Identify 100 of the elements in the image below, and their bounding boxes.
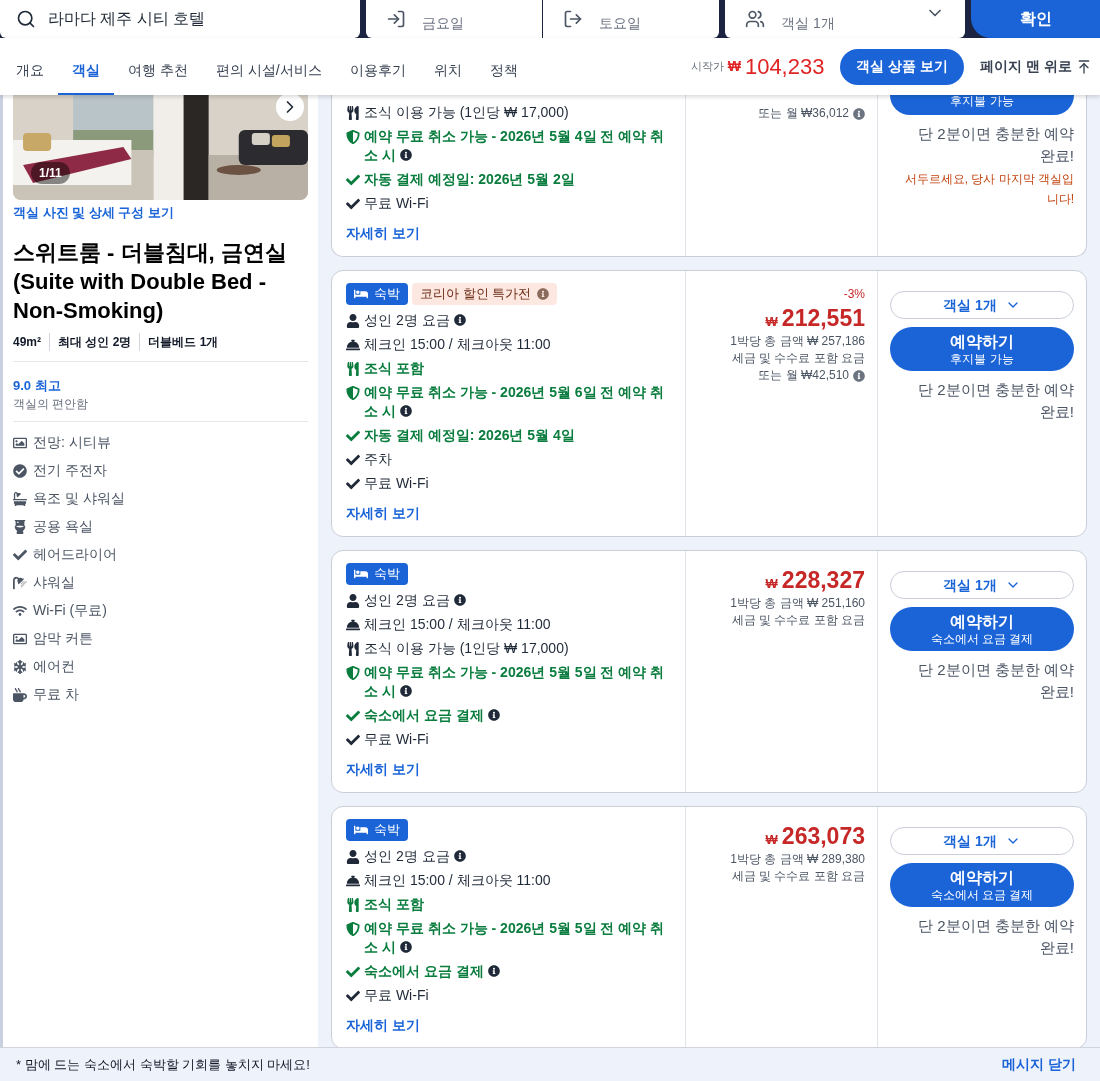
discount-text: -3% [843,286,865,303]
nav-tab[interactable]: 편의 시설/서비스 [201,38,336,95]
view-rooms-button[interactable]: 객실 상품 보기 [840,48,965,85]
feature-text: 자동 결제 예정일: 2026년 5월 2일 [364,170,575,189]
room-photos-link[interactable]: 객실 사진 및 상세 구성 보기 [13,203,308,223]
feature-text: 체크인 15:00 / 체크아웃 11:00 [364,335,551,354]
room-title: 스위트룸 - 더블침대, 금연실 (Suite with Double Bed - Non-Smoking) [13,238,288,325]
shield-icon [346,666,360,680]
bell-icon [346,618,360,632]
bathtub-icon [13,491,27,506]
check-icon [346,989,360,1003]
check-out-field[interactable]: 토요일 [543,0,719,38]
info-icon [537,288,550,300]
price-detail: 세금 및 수수료 포함 요금 [731,350,865,367]
price-detail: 세금 및 수수료 포함 요금 [731,868,865,885]
confirm-button[interactable]: 확인 [971,0,1100,38]
price-detail: 1박당 총 금액 ₩ 251,160 [730,595,865,612]
check-icon [346,477,360,491]
person-icon [346,594,360,608]
mug-icon [13,687,27,702]
booking-note: 단 2분이면 충분한 예약 완료! [917,916,1074,958]
book-button[interactable]: 예약하기 후지불 가능 [890,327,1074,371]
info-icon [399,685,412,698]
amenity-text: 전망: 시티뷰 [33,433,111,452]
info-icon [453,314,466,327]
shield-icon [346,922,360,936]
check-in-field[interactable]: 금요일 [366,0,542,38]
bed-icon [354,287,368,301]
price-detail: 1박당 총 금액 ₩ 289,380 [730,851,865,868]
booking-note: 단 2분이면 충분한 예약 완료! [917,660,1074,702]
price-text: 263,073 [781,822,865,851]
feature-text: 조식 이용 가능 (1인당 ₩ 17,000) [364,639,569,658]
price-detail: 세금 및 수수료 포함 요금 [731,612,865,629]
details-link[interactable]: 자세히 보기 [346,223,671,244]
bell-icon [346,874,360,888]
booking-note: 단 2분이면 충분한 예약 완료! [917,124,1074,166]
amenity-text: 샤워실 [33,573,75,592]
details-link[interactable]: 자세히 보기 [346,503,671,524]
nav-tab[interactable]: 위치 [419,38,476,95]
check-icon [13,547,27,562]
nav-tab[interactable]: 이용후기 [335,38,420,95]
room-type-badge: 숙박 [346,563,408,585]
message-text: * 맘에 드는 숙소에서 숙박할 기회를 놓치지 마세요! [16,1055,310,1074]
fork-knife-icon [346,106,360,120]
urgency-note: 서두르세요, 당사 마지막 객실입니다! [903,171,1074,208]
details-link[interactable]: 자세히 보기 [346,759,671,780]
calendar-out-icon [563,9,583,29]
book-button[interactable]: 예약하기 숙소에서 요금 결제 [890,863,1074,907]
photo-counter: 1/11 [31,162,70,184]
feature-text: 무료 Wi-Fi [364,474,429,493]
feature-text: 성인 2명 요금 [364,591,466,610]
toilet-icon [13,519,27,534]
feature-text: 무료 Wi-Fi [364,986,429,1005]
amenity-text: 무료 차 [33,685,79,704]
currency-sign: ₩ [765,831,778,849]
back-to-top-link[interactable]: 페이지 맨 위로 [980,56,1100,77]
info-icon [487,709,500,722]
feature-text: 주차 [364,450,392,469]
promo-badge: 코리아 할인 특가전 [412,283,558,305]
amenity-text: 에어컨 [33,657,75,676]
fork-knife-icon [346,898,360,912]
arrow-up-icon [1076,58,1092,75]
info-icon [453,594,466,607]
destination-field[interactable]: 라마다 제주 시티 호텔 [0,0,360,38]
check-icon [346,965,360,979]
nav-tab[interactable]: 정책 [475,38,532,95]
rating-label: 객실의 편안함 [13,396,90,413]
room-spec: 더블베드 1개 [139,332,219,351]
price-detail: 또는 월 ₩36,012 [758,105,865,122]
feature-text: 체크인 15:00 / 체크아웃 11:00 [364,871,551,890]
booking-note: 단 2분이면 충분한 예약 완료! [917,380,1074,422]
price-text: 228,327 [781,566,865,595]
search-icon [16,9,36,29]
bell-icon [346,338,360,352]
info-icon [453,850,466,863]
details-link[interactable]: 자세히 보기 [346,1015,671,1036]
feature-text: 숙소에서 요금 결제 [364,962,500,981]
feature-text: 예약 무료 취소 가능 - 2026년 5월 6일 전 예약 취소 시 [364,383,666,421]
feature-text: 성인 2명 요금 [364,311,466,330]
nav-tab[interactable]: 여행 추천 [114,38,202,95]
info-icon [399,149,412,162]
book-button[interactable]: 예약하기 숙소에서 요금 결제 [890,607,1074,651]
check-icon [346,429,360,443]
close-message-link[interactable]: 메시지 닫기 [1002,1054,1084,1075]
guests-field[interactable]: 객실 1개 [725,0,965,38]
room-type-badge: 숙박 [346,819,408,841]
check-icon [346,197,360,211]
shield-icon [346,386,360,400]
book-button[interactable]: 후지불 가능 [890,95,1074,115]
room-spec: 최대 성인 2명 [49,332,132,351]
amenity-text: 공용 욕실 [33,517,93,536]
bed-icon [354,823,368,837]
person-icon [346,850,360,864]
feature-text: 예약 무료 취소 가능 - 2026년 5월 5일 전 예약 취소 시 [364,919,666,957]
feature-text: 무료 Wi-Fi [364,194,429,213]
nav-tab[interactable]: 개요 [2,38,58,95]
currency-sign: ₩ [765,575,778,593]
info-icon [487,965,500,978]
shield-icon [346,130,360,144]
price-text: 212,551 [781,304,865,333]
